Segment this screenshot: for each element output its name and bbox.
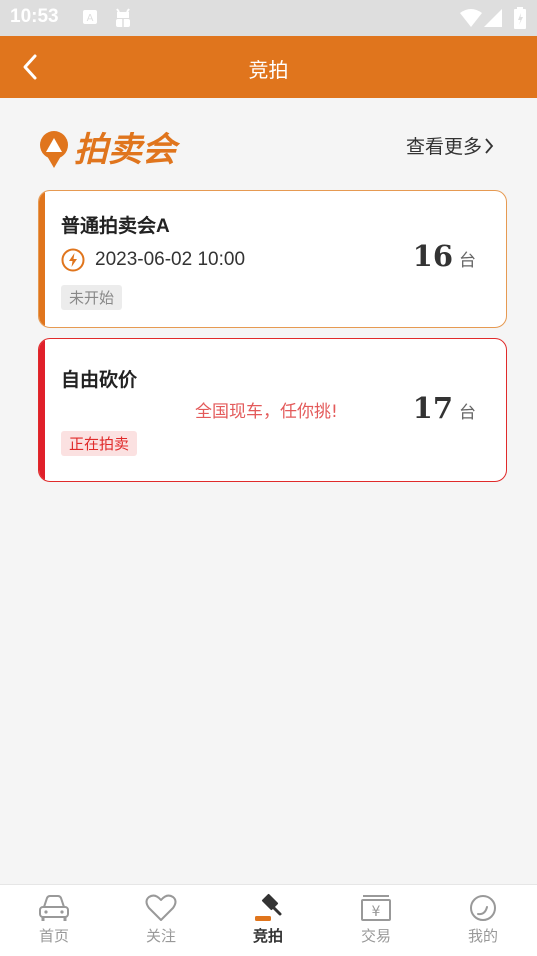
notification-a-icon: A [83, 10, 97, 24]
auction-datetime: 2023-06-02 10:00 [95, 249, 246, 270]
svg-text:A: A [87, 13, 94, 24]
tab-profile[interactable]: 我的 [443, 893, 523, 953]
vehicle-count-unit: 台 [459, 251, 476, 271]
auction-section-header: 拍卖会 查看更多 [38, 126, 498, 170]
bottom-tab-bar: 首页 关注 竞拍 ¥ 交易 我的 [0, 884, 537, 956]
tab-label: 我的 [467, 927, 498, 945]
auction-card-bargain[interactable]: 自由砍价 全国现车，任你挑! 正在拍卖 17 台 [38, 338, 507, 482]
app-bar: 竞拍 [0, 36, 537, 98]
tab-label: 竞拍 [252, 927, 283, 945]
battery-icon [514, 7, 526, 29]
auction-name: 普通拍卖会A [61, 216, 170, 237]
tab-label: 交易 [360, 927, 391, 945]
view-more-label: 查看更多 [405, 137, 482, 158]
tab-trade[interactable]: ¥ 交易 [336, 893, 416, 953]
auction-card-regular[interactable]: 普通拍卖会A 2023-06-02 10:00 未开始 16 台 [38, 190, 507, 328]
tab-auction[interactable]: 竞拍 [228, 893, 308, 953]
heart-icon [145, 894, 177, 921]
chevron-right-icon [485, 138, 494, 154]
vehicle-count-number: 16 [412, 239, 453, 273]
vehicle-count: 16 台 [413, 239, 476, 273]
vehicle-count: 17 台 [413, 391, 476, 425]
vehicle-count-unit: 台 [459, 403, 476, 423]
auction-logo: 拍卖会 [40, 130, 181, 170]
auction-name: 自由砍价 [61, 370, 138, 391]
back-arrow-icon[interactable] [18, 52, 44, 82]
lightning-icon [61, 248, 85, 272]
status-time: 10:53 [10, 6, 59, 27]
svg-text:¥: ¥ [372, 904, 381, 920]
status-badge: 未开始 [61, 285, 123, 310]
vehicle-count-number: 17 [412, 391, 453, 425]
car-icon [39, 895, 69, 921]
status-bar: 10:53 A [0, 0, 537, 36]
profile-icon [470, 895, 496, 921]
status-badge: 正在拍卖 [61, 431, 138, 456]
tab-home[interactable]: 首页 [14, 893, 94, 953]
page-title: 竞拍 [248, 58, 289, 82]
gavel-icon [255, 893, 282, 921]
view-more-link[interactable]: 查看更多 [406, 132, 494, 159]
tab-label: 关注 [145, 927, 176, 945]
card-accent-stripe [39, 191, 45, 327]
bug-icon [113, 8, 133, 27]
logo-text: 拍卖会 [74, 130, 181, 170]
auction-slogan: 全国现车，任你挑! [195, 402, 338, 422]
yuan-icon: ¥ [361, 895, 391, 921]
wifi-icon [460, 9, 482, 27]
tab-label: 首页 [38, 927, 69, 945]
card-accent-stripe [39, 339, 45, 481]
tab-favorites[interactable]: 关注 [121, 893, 201, 953]
signal-icon [484, 9, 502, 27]
